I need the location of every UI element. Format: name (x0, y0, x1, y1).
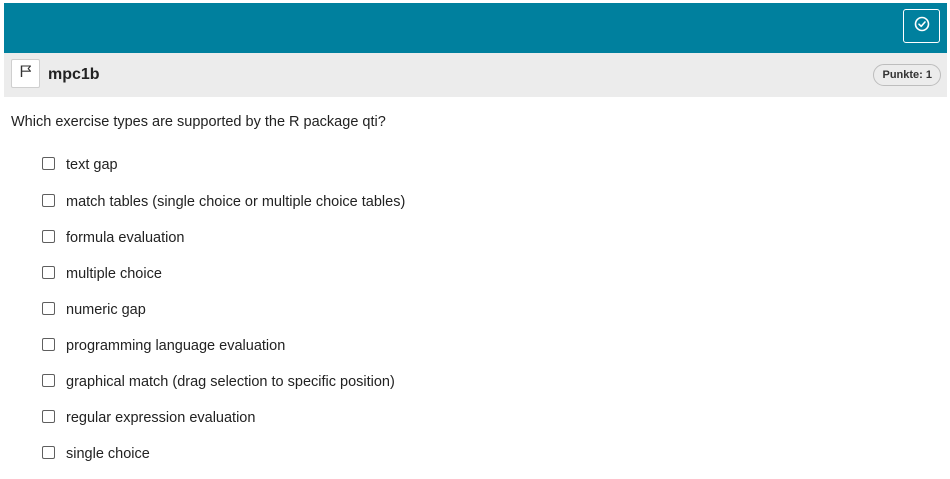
choice-checkbox[interactable] (42, 266, 55, 279)
question-header: mpc1b Punkte: 1 (4, 53, 947, 97)
choice-label[interactable]: formula evaluation (66, 229, 185, 247)
choice-label[interactable]: programming language evaluation (66, 337, 285, 355)
flag-button[interactable] (11, 59, 40, 88)
choice-label[interactable]: single choice (66, 445, 150, 463)
question-title: mpc1b (48, 66, 100, 83)
choice-label[interactable]: regular expression evaluation (66, 409, 255, 427)
choice-label[interactable]: text gap (66, 156, 118, 174)
choice-checkbox[interactable] (42, 410, 55, 423)
submit-button[interactable] (903, 9, 940, 43)
points-badge: Punkte: 1 (873, 64, 941, 86)
flag-icon (19, 64, 33, 83)
choice-checkbox[interactable] (42, 157, 55, 170)
choice-label[interactable]: numeric gap (66, 301, 146, 319)
question-text: Which exercise types are supported by th… (11, 114, 386, 130)
choice-checkbox[interactable] (42, 302, 55, 315)
choice-label[interactable]: multiple choice (66, 265, 162, 283)
choice-checkbox[interactable] (42, 194, 55, 207)
check-circle-icon (914, 16, 930, 37)
top-bar (4, 3, 947, 53)
choice-label[interactable]: match tables (single choice or multiple … (66, 193, 405, 211)
choice-checkbox[interactable] (42, 374, 55, 387)
choice-checkbox[interactable] (42, 338, 55, 351)
choice-label[interactable]: graphical match (drag selection to speci… (66, 373, 395, 391)
choice-checkbox[interactable] (42, 446, 55, 459)
choice-checkbox[interactable] (42, 230, 55, 243)
